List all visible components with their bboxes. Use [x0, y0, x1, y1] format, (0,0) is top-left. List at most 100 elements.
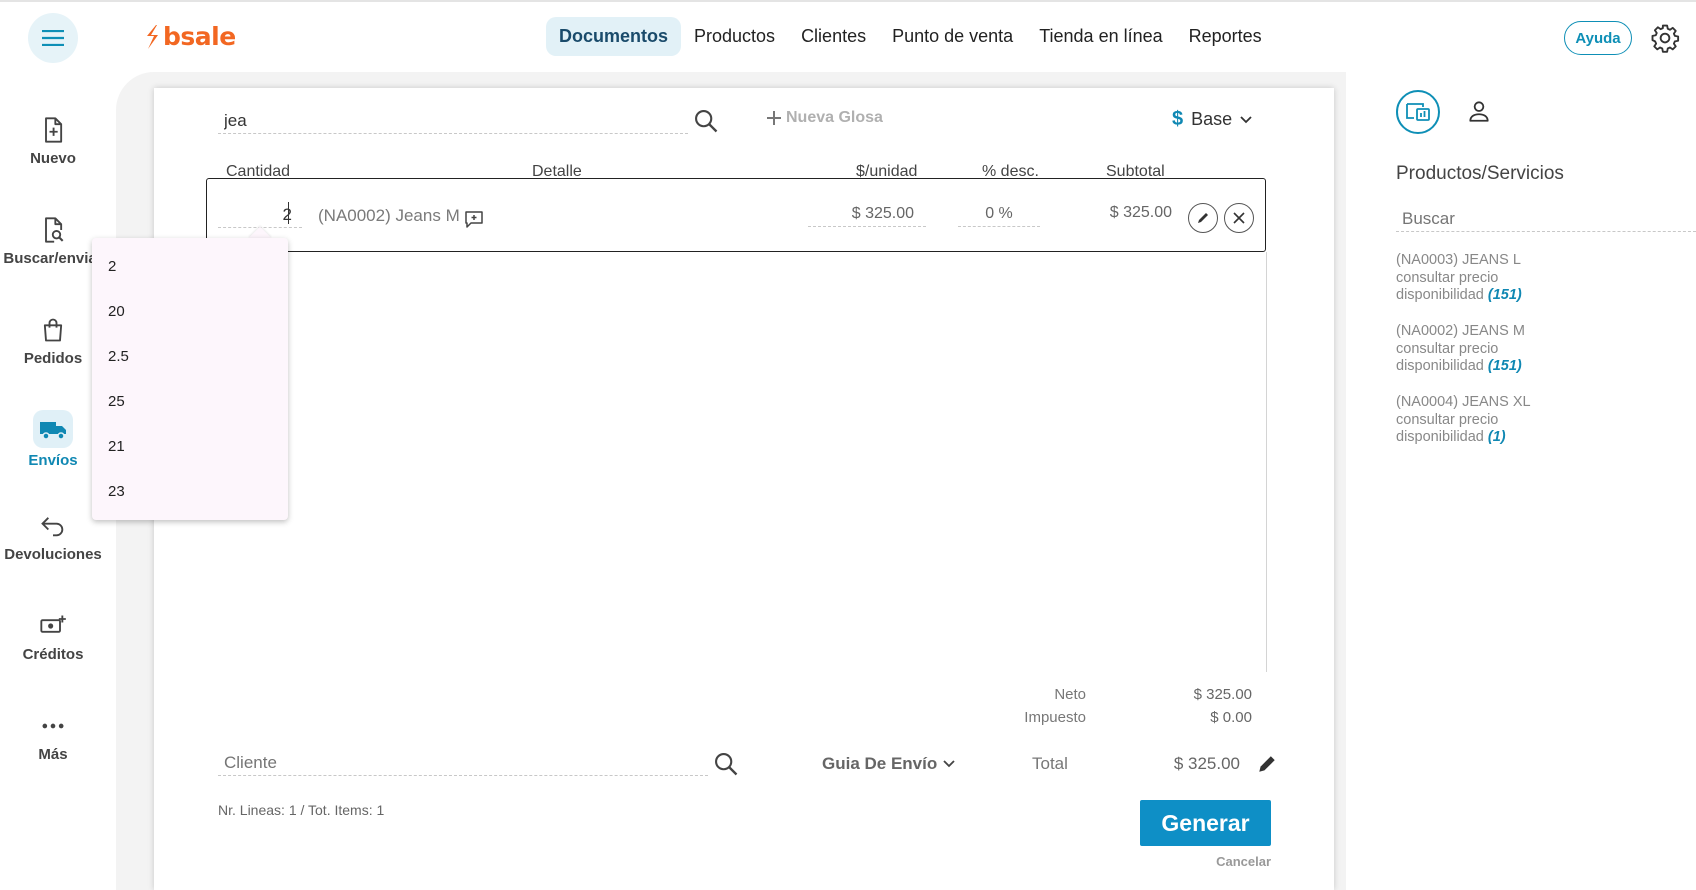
stock-count: (151) — [1487, 358, 1522, 374]
truck-icon — [40, 422, 66, 440]
product-list-item[interactable]: (NA0002) JEANS M consultar precio dispon… — [1396, 323, 1525, 376]
product-list-item[interactable]: (NA0004) JEANS XL consultar precio dispo… — [1396, 394, 1531, 447]
products-devices-icon — [1406, 103, 1430, 121]
availability-label: disponibilidad — [1396, 358, 1484, 374]
suggestion-item[interactable]: 21 — [108, 438, 125, 455]
price-list-value: Base — [1191, 109, 1233, 129]
sidebar-label-nuevo: Nuevo — [30, 150, 76, 167]
gear-icon[interactable] — [1650, 23, 1680, 53]
close-icon — [1233, 212, 1245, 224]
sidebar-item-devoluciones[interactable]: Devoluciones — [0, 512, 106, 563]
new-gloss-label: Nueva Glosa — [786, 109, 883, 126]
chevron-down-icon — [1240, 115, 1252, 123]
remove-line-button[interactable] — [1224, 203, 1254, 233]
pencil-icon — [1198, 213, 1208, 223]
nav-punto-de-venta[interactable]: Punto de venta — [879, 17, 1026, 56]
sidebar-label-pedidos: Pedidos — [23, 350, 83, 367]
products-search-input[interactable] — [1396, 206, 1696, 232]
return-arrow-icon — [41, 517, 64, 537]
bsale-logo[interactable]: bsale — [144, 22, 236, 51]
suggestion-item[interactable]: 2.5 — [108, 348, 129, 365]
chevron-down-icon — [943, 760, 955, 768]
discount-input[interactable] — [958, 201, 1040, 227]
text-caret — [288, 202, 289, 224]
quantity-suggestions-dropdown: 2 20 2.5 25 21 23 — [92, 238, 288, 520]
line-detail: (NA0002) Jeans M — [318, 206, 460, 225]
brand-name: bsale — [163, 22, 236, 51]
product-list-item[interactable]: (NA0003) JEANS L consultar precio dispon… — [1396, 252, 1522, 305]
nav-clientes[interactable]: Clientes — [788, 17, 879, 56]
stock-count: (151) — [1487, 287, 1522, 303]
sidebar-item-pedidos[interactable]: Pedidos — [0, 316, 106, 367]
nav-reportes[interactable]: Reportes — [1176, 17, 1275, 56]
neto-label: Neto — [1054, 686, 1086, 703]
quantity-input[interactable] — [218, 202, 302, 228]
client-search-input[interactable] — [218, 750, 708, 776]
sidebar-item-buscar[interactable]: Buscar/enviar — [0, 216, 106, 267]
hamburger-menu-button[interactable] — [28, 13, 78, 63]
cancel-link[interactable]: Cancelar — [1200, 854, 1271, 869]
sidebar-label-mas: Más — [38, 746, 68, 763]
product-search-input[interactable] — [218, 108, 688, 134]
products-panel-title: Productos/Servicios — [1396, 163, 1564, 184]
stock-count: (1) — [1487, 429, 1506, 445]
sidebar-label-envios: Envíos — [28, 452, 78, 469]
sidebar-item-mas[interactable]: Más — [0, 712, 106, 763]
plus-icon — [767, 111, 781, 125]
sidebar-label-buscar: Buscar/enviar — [3, 250, 103, 267]
user-icon[interactable] — [1466, 98, 1492, 124]
document-type-value: Guia De Envío — [822, 754, 938, 773]
suggestion-item[interactable]: 23 — [108, 483, 125, 500]
pencil-icon[interactable] — [1258, 755, 1276, 773]
product-price: consultar precio — [1396, 340, 1499, 357]
product-name: (NA0004) JEANS XL — [1396, 394, 1531, 410]
add-comment-icon[interactable] — [464, 209, 484, 229]
suggestion-item[interactable]: 2 — [108, 258, 116, 275]
hamburger-icon — [42, 30, 64, 46]
lines-summary: Nr. Lineas: 1 / Tot. Items: 1 — [218, 802, 385, 818]
file-search-icon — [45, 217, 64, 243]
line-subtotal: $ 325.00 — [1109, 204, 1172, 221]
unit-price-input[interactable] — [808, 201, 926, 227]
product-price: consultar precio — [1396, 411, 1499, 428]
shopping-bag-icon — [43, 318, 63, 342]
availability-label: disponibilidad — [1396, 429, 1484, 445]
product-name: (NA0003) JEANS L — [1396, 252, 1521, 268]
impuesto-label: Impuesto — [1024, 709, 1086, 726]
availability-label: disponibilidad — [1396, 287, 1484, 303]
product-name: (NA0002) JEANS M — [1396, 323, 1525, 339]
sidebar-label-devoluciones: Devoluciones — [4, 546, 102, 563]
more-dots-icon — [42, 723, 64, 729]
file-plus-icon — [45, 117, 63, 143]
neto-value: $ 325.00 — [1193, 686, 1252, 703]
total-label: Total — [1032, 754, 1068, 773]
bsale-logo-mark-icon — [147, 24, 158, 49]
search-icon[interactable] — [692, 107, 720, 135]
list-divider — [1266, 252, 1267, 672]
money-plus-icon — [40, 615, 66, 633]
dollar-icon: $ — [1172, 108, 1184, 130]
new-gloss-button[interactable]: Nueva Glosa — [766, 109, 883, 127]
nav-productos[interactable]: Productos — [681, 17, 788, 56]
sidebar-item-creditos[interactable]: Créditos — [0, 612, 106, 663]
sidebar-item-nuevo[interactable]: Nuevo — [0, 116, 106, 167]
generate-button[interactable]: Generar — [1140, 800, 1271, 846]
active-item-background — [33, 410, 73, 448]
main-nav: Documentos Productos Clientes Punto de v… — [546, 17, 1275, 56]
impuesto-value: $ 0.00 — [1210, 709, 1252, 726]
price-list-select[interactable]: $ Base — [1172, 108, 1252, 131]
sidebar-item-envios[interactable]: Envíos — [0, 410, 106, 469]
sidebar-label-creditos: Créditos — [22, 646, 84, 663]
product-price: consultar precio — [1396, 269, 1499, 286]
nav-tienda-en-linea[interactable]: Tienda en línea — [1026, 17, 1175, 56]
suggestion-item[interactable]: 25 — [108, 393, 125, 410]
search-icon[interactable] — [712, 750, 740, 778]
document-type-select[interactable]: Guia De Envío — [822, 754, 955, 774]
help-button[interactable]: Ayuda — [1564, 21, 1632, 55]
nav-documentos[interactable]: Documentos — [546, 17, 682, 56]
edit-line-button[interactable] — [1188, 203, 1218, 233]
total-value: $ 325.00 — [1173, 754, 1240, 773]
top-header: bsale Documentos Productos Clientes Punt… — [0, 2, 1696, 72]
suggestion-item[interactable]: 20 — [108, 303, 125, 320]
tab-products[interactable] — [1396, 90, 1440, 134]
